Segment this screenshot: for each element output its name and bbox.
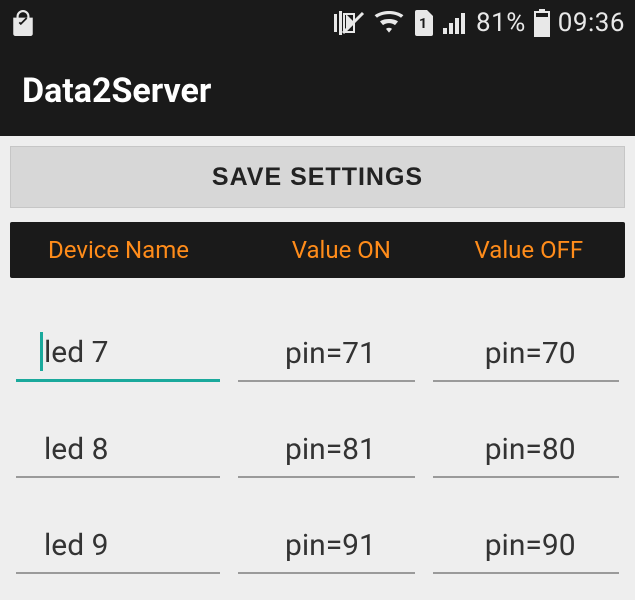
value-on-input[interactable]: pin=81 (238, 420, 416, 478)
table-header-row: Device Name Value ON Value OFF (10, 222, 625, 278)
value-on-input[interactable]: pin=91 (238, 516, 416, 574)
signal-icon (442, 11, 468, 35)
col-header-device-name: Device Name (10, 236, 250, 264)
clock: 09:36 (558, 8, 625, 38)
vibrate-mute-icon (332, 10, 366, 36)
device-table: Device Name Value ON Value OFF led 7 pin… (10, 222, 625, 600)
device-name-input[interactable]: led 7 (16, 324, 220, 382)
value-on-input[interactable]: pin=71 (238, 324, 416, 382)
value-off-input[interactable]: pin=80 (433, 420, 619, 478)
table-row: led 9 pin=91 pin=90 (10, 478, 625, 574)
device-name-input[interactable]: led 9 (16, 516, 220, 574)
battery-percent: 81% (476, 8, 526, 38)
wifi-icon (374, 11, 404, 35)
table-row: led 8 pin=81 pin=80 (10, 382, 625, 478)
table-row: led 7 pin=71 pin=70 (10, 286, 625, 382)
col-header-value-on: Value ON (250, 236, 433, 264)
table-row: - (10, 574, 625, 600)
battery-icon (534, 9, 550, 37)
sim-icon: 1 (412, 10, 434, 36)
col-header-value-off: Value OFF (433, 236, 625, 264)
status-bar: 1 81% 09:36 (0, 0, 635, 46)
table-body: led 7 pin=71 pin=70 led 8 pin=81 pin=80 … (10, 278, 625, 600)
value-off-input[interactable]: pin=90 (433, 516, 619, 574)
app-title: Data2Server (22, 71, 211, 111)
content-area: SAVE SETTINGS Device Name Value ON Value… (0, 136, 635, 600)
device-name-input[interactable]: led 8 (16, 420, 220, 478)
shopping-bag-icon (10, 9, 36, 37)
svg-text:1: 1 (419, 16, 427, 32)
value-off-input[interactable]: pin=70 (433, 324, 619, 382)
app-title-bar: Data2Server (0, 46, 635, 136)
save-settings-button[interactable]: SAVE SETTINGS (10, 146, 625, 208)
